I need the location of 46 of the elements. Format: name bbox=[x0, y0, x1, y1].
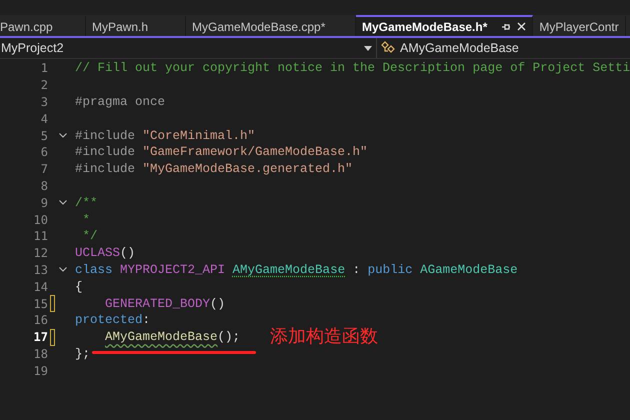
code-line: #include "GameFramework/GameModeBase.h" bbox=[75, 145, 368, 160]
code-line: */ bbox=[82, 229, 98, 244]
pin-icon[interactable] bbox=[501, 22, 512, 32]
member-dropdown[interactable]: AMyGameModeBase bbox=[377, 38, 630, 58]
collapse-chevron-icon[interactable] bbox=[59, 200, 67, 206]
file-tab[interactable]: Pawn.cpp bbox=[0, 15, 86, 36]
code-line: #include "CoreMinimal.h" bbox=[75, 128, 256, 143]
code-line: class MYPROJECT2_API AMyGameModeBase : public AGameModeBase bbox=[75, 262, 518, 277]
code-line: #pragma once bbox=[75, 94, 166, 109]
collapse-chevron-icon[interactable] bbox=[59, 133, 67, 138]
line-number: 13 bbox=[32, 262, 48, 277]
code-line: }; bbox=[75, 346, 90, 361]
line-number: 15 bbox=[32, 296, 48, 311]
class-icon bbox=[381, 41, 397, 55]
line-number: 7 bbox=[40, 162, 48, 176]
line-number: 10 bbox=[32, 212, 48, 227]
line-number: 2 bbox=[40, 78, 48, 92]
code-line: { bbox=[75, 280, 83, 294]
line-number: 16 bbox=[32, 313, 48, 328]
dropdown-caret-icon bbox=[364, 46, 372, 50]
file-tab[interactable]: MyGameModeBase.h* bbox=[356, 15, 534, 36]
code-line: /** bbox=[75, 196, 98, 210]
line-number: 19 bbox=[32, 364, 48, 378]
code-line: GENERATED_BODY() bbox=[104, 296, 226, 311]
line-number: 1 bbox=[40, 61, 48, 76]
line-number: 11 bbox=[32, 229, 48, 244]
project-dropdown[interactable]: MyProject2 bbox=[0, 38, 377, 58]
line-number: 9 bbox=[40, 196, 48, 210]
line-number: 3 bbox=[40, 94, 48, 109]
code-line: * bbox=[82, 212, 90, 227]
line-number: 8 bbox=[40, 178, 48, 193]
line-number: 4 bbox=[40, 112, 48, 126]
code-line: #include "MyGameModeBase.generated.h" bbox=[75, 162, 353, 176]
line-number: 17 bbox=[32, 330, 48, 344]
line-number: 5 bbox=[40, 128, 48, 143]
line-number: 14 bbox=[32, 280, 48, 294]
line-number: 12 bbox=[32, 246, 48, 260]
collapse-chevron-icon[interactable] bbox=[59, 267, 67, 272]
line-number: 6 bbox=[40, 145, 48, 160]
annotation-text: 添加构造函数 bbox=[270, 325, 378, 348]
code-line: UCLASS() bbox=[75, 246, 136, 260]
code-line: // Fill out your copyright notice in the Description page of Project Setti bbox=[75, 61, 630, 76]
line-number: 18 bbox=[32, 346, 48, 361]
code-line: AMyGameModeBase(); bbox=[104, 330, 240, 344]
close-icon[interactable] bbox=[517, 22, 526, 31]
code-line: protected: bbox=[75, 313, 150, 328]
